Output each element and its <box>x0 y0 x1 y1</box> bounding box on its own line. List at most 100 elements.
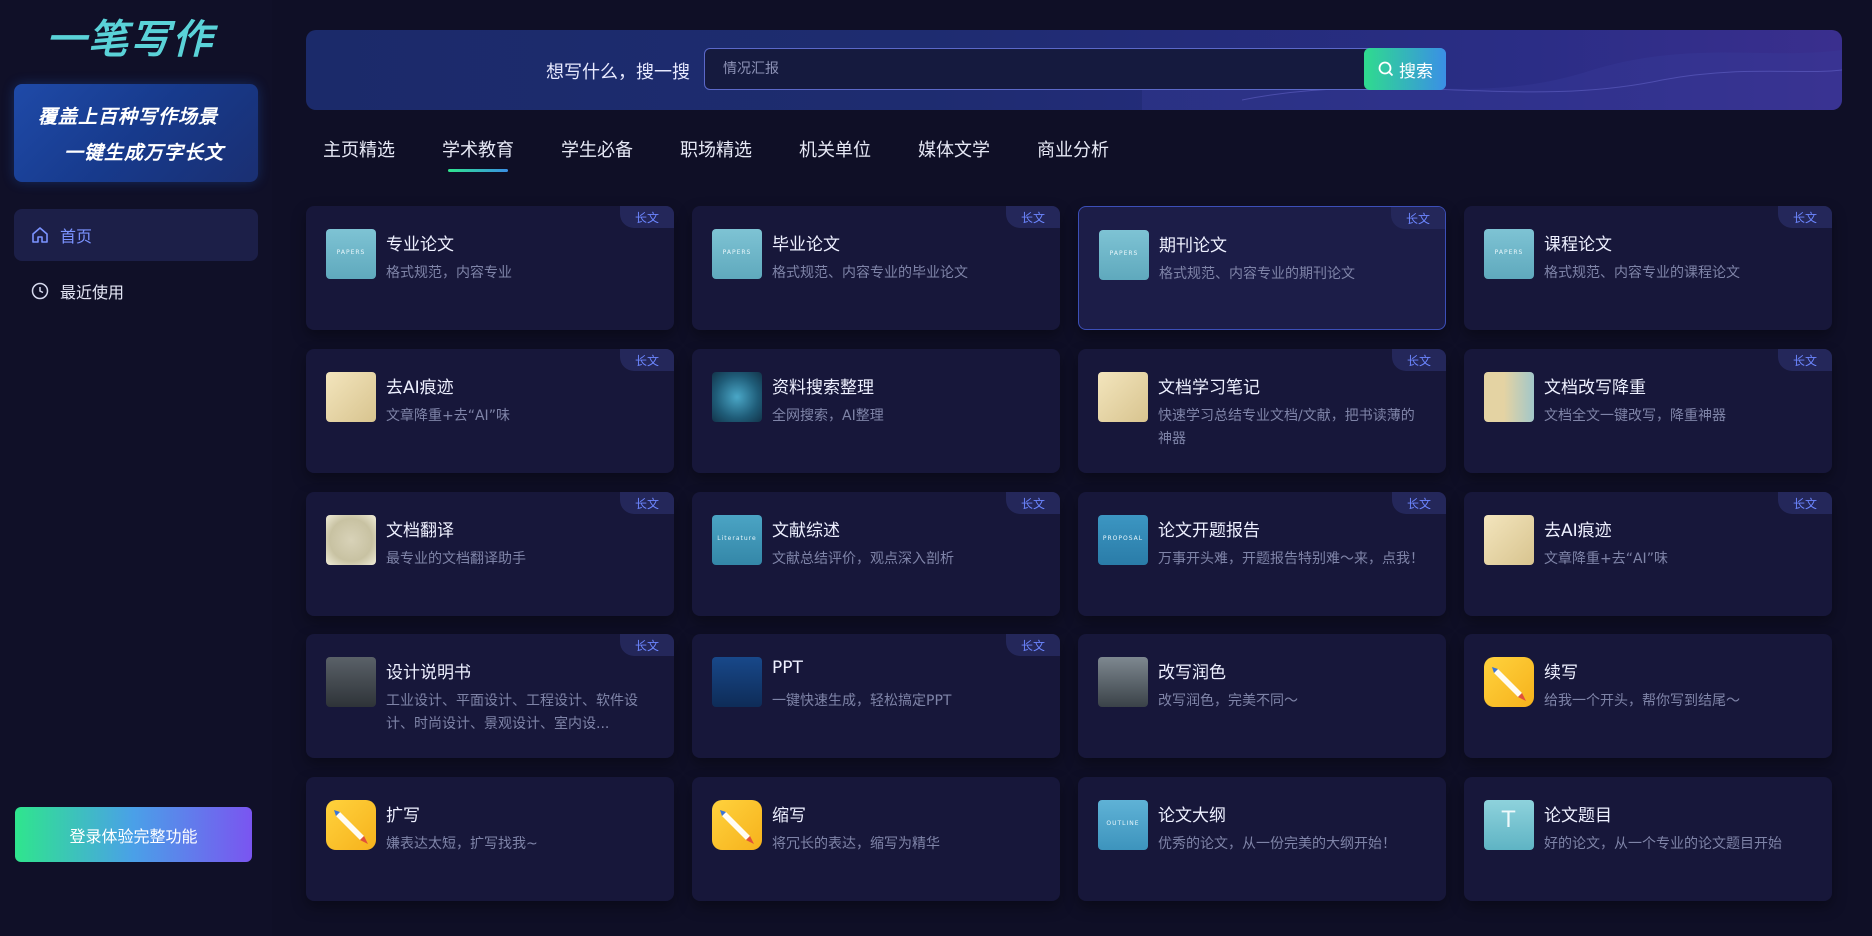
category-tabs: 主页精选 学术教育 学生必备 职场精选 机关单位 媒体文学 商业分析 <box>323 136 1156 176</box>
sidebar-item-recent[interactable]: 最近使用 <box>14 265 258 317</box>
long-text-badge: 长文 <box>620 206 674 228</box>
card-title: PPT <box>772 658 803 678</box>
card-description: 改写润色，完美不同～ <box>1158 693 1298 709</box>
long-text-badge: 长文 <box>1778 492 1832 514</box>
card-thumbnail: Literature <box>712 515 762 565</box>
sidebar-item-home[interactable]: 首页 <box>14 209 258 261</box>
template-card[interactable]: 缩写 将冗长的表达，缩写为精华 <box>692 777 1060 901</box>
search-input[interactable] <box>704 48 1446 90</box>
card-thumbnail <box>1484 372 1534 422</box>
card-title: 文档翻译 <box>386 521 454 541</box>
card-thumbnail <box>712 372 762 422</box>
template-card[interactable]: 改写润色改写润色，完美不同～ <box>1078 634 1446 758</box>
long-text-badge: 长文 <box>1006 492 1060 514</box>
card-title: 文献综述 <box>772 521 840 541</box>
thumbnail-text: PROPOSAL <box>1102 535 1144 542</box>
thumbnail-text: OUTLINE <box>1106 820 1140 827</box>
thumbnail-text: Literature <box>717 535 757 542</box>
template-card[interactable]: OUTLINE 论文大纲优秀的论文，从一份完美的大纲开始！ <box>1078 777 1446 901</box>
card-title: 续写 <box>1544 663 1578 683</box>
card-title: 期刊论文 <box>1159 236 1227 256</box>
sidebar-item-label: 首页 <box>60 227 93 246</box>
template-card[interactable]: T 论文题目 好的论文，从一个专业的论文题目开始 <box>1464 777 1832 901</box>
card-thumbnail <box>1484 657 1534 707</box>
promo-banner[interactable]: 覆盖上百种写作场景 一键生成万字长文 <box>14 84 258 182</box>
card-thumbnail <box>326 515 376 565</box>
long-text-badge: 长文 <box>1392 349 1446 371</box>
card-description: 格式规范、内容专业的毕业论文 <box>772 265 968 281</box>
card-description: 工业设计、平面设计、工程设计、软件设计、时尚设计、景观设计、室内设... <box>386 693 638 732</box>
template-card[interactable]: PAPERS 期刊论文 格式规范、内容专业的期刊论文 长文 <box>1078 206 1446 330</box>
card-title: 论文题目 <box>1544 806 1612 826</box>
search-banner: 想写什么，搜一搜 搜索 <box>306 30 1842 110</box>
card-description: 格式规范、内容专业的课程论文 <box>1544 265 1740 281</box>
card-description: 文献总结评价，观点深入剖析 <box>772 551 954 567</box>
card-thumbnail <box>326 372 376 422</box>
template-card[interactable]: 去AI痕迹 文章降重+去“AI”味 长文 <box>306 349 674 473</box>
template-card[interactable]: 文档学习笔记 快速学习总结专业文档/文献，把书读薄的神器 长文 <box>1078 349 1446 473</box>
template-card[interactable]: PROPOSAL 论文开题报告 万事开头难，开题报告特别难～来，点我！ 长文 <box>1078 492 1446 616</box>
card-thumbnail <box>326 657 376 707</box>
template-card[interactable]: 设计说明书工业设计、平面设计、工程设计、软件设计、时尚设计、景观设计、室内设..… <box>306 634 674 758</box>
card-thumbnail <box>712 800 762 850</box>
card-description: 最专业的文档翻译助手 <box>386 551 526 567</box>
card-title: 缩写 <box>772 806 806 826</box>
tab-featured[interactable]: 主页精选 <box>323 136 395 172</box>
template-card[interactable]: 文档翻译 最专业的文档翻译助手 长文 <box>306 492 674 616</box>
long-text-badge: 长文 <box>1006 206 1060 228</box>
long-text-badge: 长文 <box>1778 349 1832 371</box>
card-title: 改写润色 <box>1158 663 1226 683</box>
tab-business[interactable]: 商业分析 <box>1037 136 1109 172</box>
long-text-badge: 长文 <box>620 634 674 656</box>
tab-government[interactable]: 机关单位 <box>799 136 871 172</box>
long-text-badge: 长文 <box>1778 206 1832 228</box>
banner-line-1: 覆盖上百种写作场景 <box>38 106 219 128</box>
search-label: 想写什么，搜一搜 <box>546 62 690 83</box>
card-thumbnail <box>1098 657 1148 707</box>
card-thumbnail: OUTLINE <box>1098 800 1148 850</box>
card-title: 资料搜索整理 <box>772 378 874 398</box>
search-button-label: 搜索 <box>1399 61 1433 82</box>
template-card[interactable]: Literature 文献综述文献总结评价，观点深入剖析 长文 <box>692 492 1060 616</box>
search-button[interactable]: 搜索 <box>1364 48 1446 90</box>
long-text-badge: 长文 <box>1006 634 1060 656</box>
long-text-badge: 长文 <box>1392 492 1446 514</box>
card-description: 优秀的论文，从一份完美的大纲开始！ <box>1158 836 1396 852</box>
template-card[interactable]: 扩写 嫌表达太短，扩写找我~ <box>306 777 674 901</box>
card-title: 论文大纲 <box>1158 806 1226 826</box>
card-title: 课程论文 <box>1544 235 1612 255</box>
template-card[interactable]: 去AI痕迹文章降重+去“AI”味 长文 <box>1464 492 1832 616</box>
template-card[interactable]: PAPERS 课程论文格式规范、内容专业的课程论文 长文 <box>1464 206 1832 330</box>
card-title: 文档改写降重 <box>1544 378 1646 398</box>
template-card[interactable]: 文档改写降重文档全文一键改写，降重神器 长文 <box>1464 349 1832 473</box>
tab-media[interactable]: 媒体文学 <box>918 136 990 172</box>
card-thumbnail: T <box>1484 800 1534 850</box>
card-description: 快速学习总结专业文档/文献，把书读薄的神器 <box>1158 408 1415 447</box>
thumbnail-text: PAPERS <box>1494 249 1524 256</box>
template-card[interactable]: 续写 给我一个开头，帮你写到结尾～ <box>1464 634 1832 758</box>
card-thumbnail: PROPOSAL <box>1098 515 1148 565</box>
card-description: 文章降重+去“AI”味 <box>386 408 510 424</box>
card-title: 设计说明书 <box>386 663 471 683</box>
card-thumbnail <box>712 657 762 707</box>
card-title: 专业论文 <box>386 235 454 255</box>
sidebar: 一笔写作 覆盖上百种写作场景 一键生成万字长文 首页 最近使用 登录体验完整功能 <box>0 0 272 936</box>
tab-student[interactable]: 学生必备 <box>561 136 633 172</box>
login-button[interactable]: 登录体验完整功能 <box>15 807 252 862</box>
app-logo[interactable]: 一笔写作 <box>46 16 214 64</box>
card-description: 文档全文一键改写，降重神器 <box>1544 408 1726 424</box>
template-card[interactable]: PAPERS 专业论文 格式规范，内容专业 长文 <box>306 206 674 330</box>
thumbnail-text: T <box>1501 808 1517 833</box>
tab-academic[interactable]: 学术教育 <box>442 136 514 172</box>
search-icon <box>1378 61 1394 77</box>
card-description: 文章降重+去“AI”味 <box>1544 551 1668 567</box>
card-title: 论文开题报告 <box>1158 521 1260 541</box>
template-card[interactable]: PAPERS 毕业论文 格式规范、内容专业的毕业论文 长文 <box>692 206 1060 330</box>
card-thumbnail: PAPERS <box>1099 230 1149 280</box>
card-thumbnail <box>1098 372 1148 422</box>
template-card[interactable]: 资料搜索整理 全网搜索，AI整理 <box>692 349 1060 473</box>
tab-workplace[interactable]: 职场精选 <box>680 136 752 172</box>
clock-icon <box>30 281 50 301</box>
template-card[interactable]: PPT 一键快速生成，轻松搞定PPT 长文 <box>692 634 1060 758</box>
card-title: 去AI痕迹 <box>1544 521 1612 541</box>
